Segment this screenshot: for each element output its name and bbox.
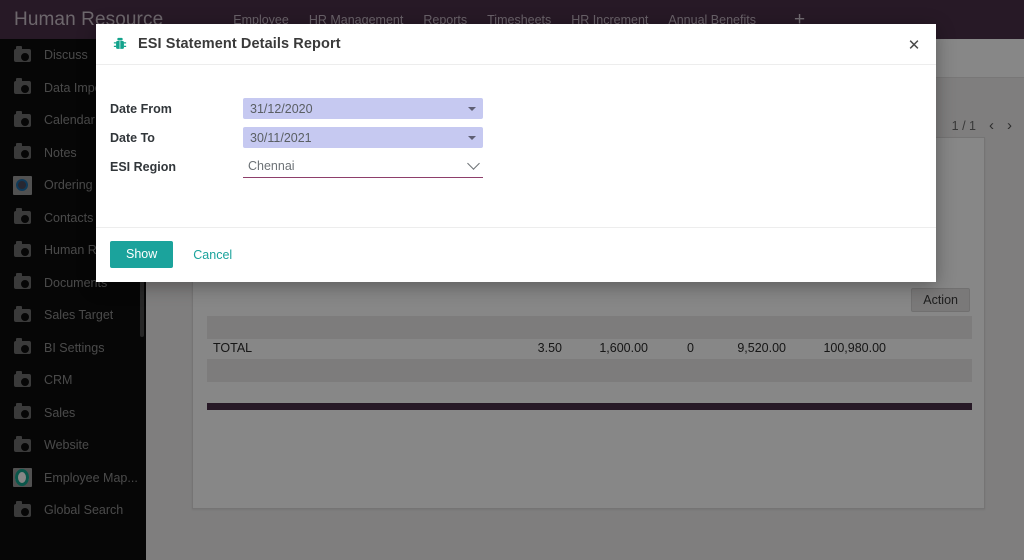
date-from-input[interactable]: 31/12/2020: [243, 98, 483, 119]
caret-down-icon[interactable]: [468, 135, 476, 140]
esi-region-value: Chennai: [248, 159, 295, 173]
date-to-input[interactable]: 30/11/2021: [243, 127, 483, 148]
dialog-body: Date From 31/12/2020 Date To 30/11/2021: [96, 65, 936, 227]
dialog-footer: Show Cancel: [96, 227, 936, 281]
date-from-value: 31/12/2020: [250, 101, 313, 116]
cancel-button[interactable]: Cancel: [193, 248, 232, 262]
esi-statement-dialog: ESI Statement Details Report ✕ Date From…: [96, 24, 936, 282]
chevron-down-icon[interactable]: [467, 156, 480, 170]
app-window: Human Resource Employee HR Management Re…: [0, 0, 1024, 560]
bug-icon: [112, 36, 128, 52]
dialog-header: ESI Statement Details Report ✕: [96, 24, 936, 65]
caret-down-icon[interactable]: [468, 106, 476, 111]
date-from-label: Date From: [110, 101, 172, 116]
field-row-date-from: Date From 31/12/2020: [96, 94, 936, 123]
close-icon[interactable]: ✕: [904, 35, 924, 55]
date-to-value: 30/11/2021: [250, 130, 312, 145]
show-button[interactable]: Show: [110, 241, 174, 268]
field-row-esi-region: ESI Region Chennai: [96, 152, 936, 181]
dialog-title: ESI Statement Details Report: [138, 36, 341, 52]
field-row-date-to: Date To 30/11/2021: [96, 123, 936, 152]
esi-region-label: ESI Region: [110, 159, 176, 174]
esi-region-select[interactable]: Chennai: [243, 156, 483, 178]
date-to-label: Date To: [110, 130, 155, 145]
